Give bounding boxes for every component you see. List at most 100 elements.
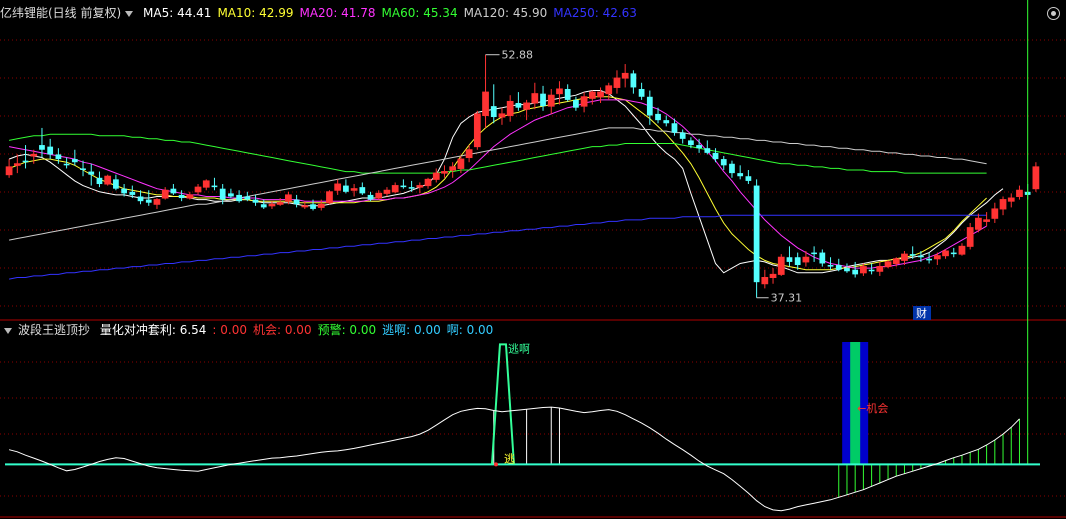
candle-body-0 — [5, 166, 13, 176]
candle-body-71 — [588, 91, 596, 99]
candle-body-95 — [786, 257, 793, 262]
candle-body-117 — [966, 227, 974, 247]
candle-body-102 — [844, 268, 850, 272]
candle-body-74 — [613, 77, 621, 88]
candle-body-29 — [244, 196, 251, 200]
candle-body-37 — [310, 204, 316, 209]
candle-body-104 — [860, 266, 867, 274]
candle-body-70 — [580, 96, 588, 107]
ma-line-ma20 — [9, 99, 987, 269]
candle-body-18 — [153, 199, 161, 205]
candle-body-69 — [573, 99, 579, 108]
candle-body-77 — [638, 88, 645, 97]
candle-body-59 — [490, 106, 497, 118]
candle-body-50 — [416, 185, 424, 188]
candle-body-51 — [424, 178, 432, 187]
candle-body-23 — [194, 186, 202, 193]
candle-body-101 — [835, 265, 842, 270]
candle-body-3 — [30, 153, 38, 157]
candle-body-122 — [1007, 197, 1015, 202]
candle-body-6 — [55, 154, 62, 160]
candle-body-48 — [400, 185, 407, 188]
candle-body-66 — [547, 94, 555, 107]
candle-body-15 — [129, 191, 136, 195]
candle-body-38 — [317, 203, 325, 208]
low-price-label: 37.31 — [771, 292, 803, 305]
ma-line-ma5 — [8, 90, 1004, 274]
candle-body-103 — [852, 269, 859, 275]
candle-body-89 — [737, 173, 744, 177]
candle-body-43 — [359, 187, 366, 194]
candle-body-62 — [515, 103, 522, 108]
candle-body-28 — [236, 194, 242, 202]
candle-body-107 — [884, 261, 892, 268]
candle-body-7 — [63, 163, 70, 166]
candle-body-39 — [326, 191, 333, 204]
candle-body-115 — [950, 252, 957, 255]
candle-body-20 — [170, 188, 177, 194]
candle-body-31 — [260, 204, 267, 208]
candle-body-44 — [367, 194, 374, 200]
stock-chart[interactable]: 52.88 37.31 财 ←机会 逃啊逃 — [0, 0, 1066, 519]
candle-body-80 — [663, 120, 670, 124]
candle-body-75 — [621, 72, 629, 79]
candle-body-27 — [228, 193, 234, 197]
candle-body-64 — [531, 93, 539, 104]
candle-body-9 — [80, 168, 86, 170]
candle-body-60 — [498, 113, 506, 118]
candle-body-114 — [942, 250, 949, 257]
candle-body-119 — [983, 219, 990, 222]
candle-body-112 — [926, 258, 932, 261]
escape-peak-label: 逃啊 — [508, 342, 530, 355]
candle-body-53 — [441, 171, 448, 174]
candle-body-125 — [1032, 166, 1040, 190]
candle-body-32 — [268, 203, 276, 207]
candle-body-55 — [457, 158, 465, 169]
candle-body-16 — [137, 196, 144, 202]
candle-body-68 — [564, 88, 571, 100]
candle-body-54 — [449, 166, 457, 171]
candle-body-121 — [999, 199, 1007, 210]
candle-body-106 — [876, 266, 884, 272]
opportunity-label: ←机会 — [857, 401, 888, 415]
escape-label: 逃 — [504, 452, 515, 465]
candle-body-116 — [958, 245, 966, 255]
candle-body-86 — [712, 152, 719, 160]
candle-body-63 — [523, 102, 530, 110]
candle-body-17 — [145, 199, 152, 203]
candle-body-1 — [13, 163, 21, 166]
candle-body-4 — [39, 145, 45, 150]
candle-body-19 — [161, 189, 169, 199]
candle-body-92 — [761, 276, 769, 285]
candle-body-97 — [802, 256, 810, 263]
escape-spike — [490, 343, 515, 465]
candle-body-73 — [605, 85, 613, 95]
candle-body-94 — [777, 256, 785, 275]
ma-line-ma60 — [9, 133, 987, 174]
candle-body-34 — [285, 194, 292, 202]
candle-body-57 — [473, 113, 481, 148]
candle-body-98 — [811, 252, 817, 255]
candle-body-35 — [293, 199, 300, 205]
candle-body-72 — [597, 91, 604, 98]
candle-body-11 — [96, 177, 103, 185]
candle-body-99 — [819, 252, 826, 264]
candle-body-5 — [47, 146, 54, 155]
candle-body-85 — [704, 148, 711, 153]
candle-body-84 — [696, 145, 702, 149]
candle-body-22 — [186, 194, 194, 199]
candle-body-21 — [178, 194, 185, 199]
candle-body-45 — [375, 192, 383, 199]
candle-body-25 — [211, 185, 218, 188]
candle-body-81 — [671, 123, 678, 133]
candle-body-56 — [465, 149, 473, 159]
candle-body-105 — [868, 269, 875, 272]
candle-body-2 — [22, 160, 29, 163]
candle-body-61 — [506, 100, 514, 116]
candle-body-87 — [720, 159, 727, 166]
candle-body-79 — [655, 113, 661, 121]
candle-body-41 — [343, 185, 349, 192]
candle-body-14 — [121, 188, 127, 194]
candle-body-88 — [729, 163, 735, 174]
candle-body-40 — [334, 183, 342, 191]
